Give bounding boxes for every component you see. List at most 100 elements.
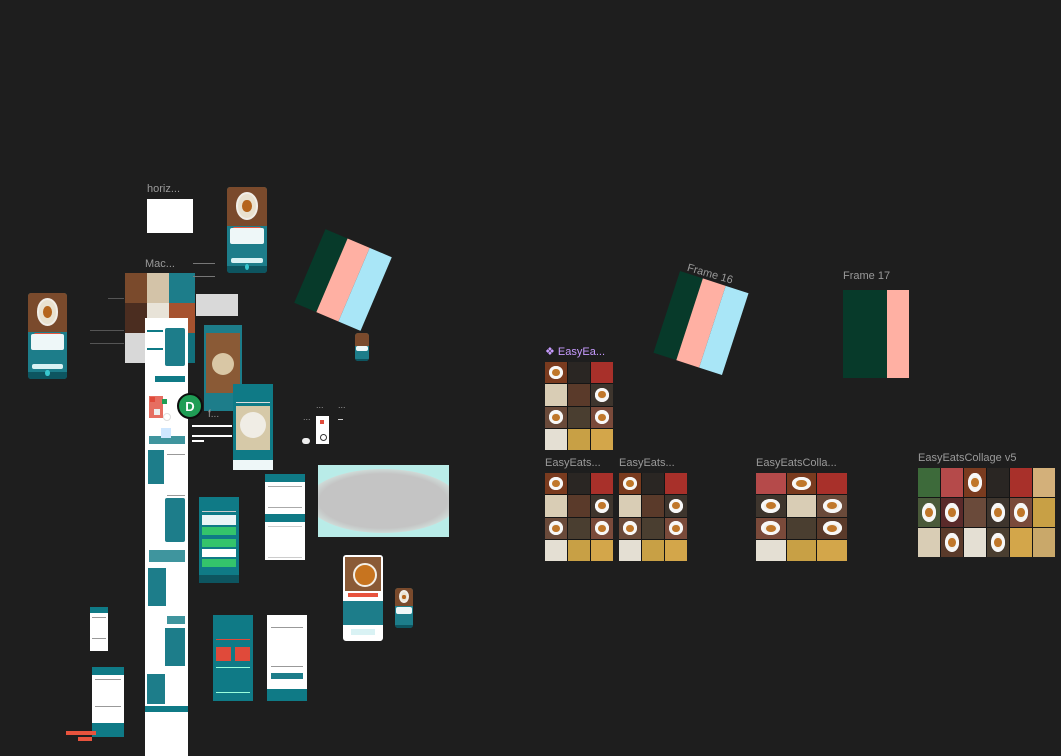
small-tag[interactable]	[78, 737, 92, 741]
frame-label-17[interactable]: Frame 17	[843, 270, 890, 282]
frame-label-easyeats-colla[interactable]: EasyEatsColla...	[756, 457, 837, 469]
food-photo	[1033, 468, 1055, 497]
phone-frame-dish[interactable]	[233, 384, 273, 470]
gear-icon	[320, 434, 327, 441]
collage-c[interactable]	[756, 473, 847, 561]
bell-icon[interactable]	[302, 438, 310, 444]
dish-footer	[233, 460, 273, 470]
phone-nav-bar	[199, 575, 239, 583]
frame-17[interactable]	[843, 290, 909, 378]
food-photo	[568, 384, 590, 406]
food-photo	[545, 473, 567, 495]
food-photo	[918, 498, 940, 527]
food-photo	[591, 428, 613, 450]
red-icon	[320, 420, 324, 424]
food-photo	[545, 406, 567, 428]
note-text[interactable]	[90, 330, 124, 344]
grocery-row	[202, 549, 236, 557]
food-photo	[665, 517, 687, 539]
phone-button	[351, 629, 375, 635]
phone-frame-small[interactable]	[395, 588, 413, 628]
mac-photo	[125, 273, 147, 303]
tag-card[interactable]	[316, 416, 329, 444]
note-text[interactable]	[108, 298, 124, 303]
frame-label-small[interactable]: f...	[208, 409, 219, 420]
user-avatar[interactable]: D	[177, 393, 203, 419]
food-photo	[642, 517, 664, 539]
tiny-label[interactable]: ...	[338, 400, 346, 410]
frame-label-easyeats-a[interactable]: EasyEats...	[545, 457, 601, 469]
phone-frame-recipe-list[interactable]	[265, 474, 305, 560]
food-photo	[987, 468, 1009, 497]
gradient-oval	[318, 469, 449, 533]
phone-frame-left[interactable]	[28, 293, 67, 379]
food-photo	[591, 473, 613, 495]
note-card[interactable]	[196, 294, 238, 316]
food-photo	[786, 517, 817, 539]
phone-frame-grocery[interactable]	[199, 497, 239, 583]
food-photo	[642, 539, 664, 561]
dashboard-stats	[216, 667, 250, 693]
small-mark[interactable]	[338, 419, 343, 424]
component-label-easyeats[interactable]: ❖ EasyEa...	[545, 345, 605, 358]
frame-horiz[interactable]	[147, 199, 193, 233]
food-photo	[941, 498, 963, 527]
phone-frame-dashboard[interactable]	[213, 615, 253, 701]
phone-button	[231, 257, 263, 263]
mac-photo	[125, 303, 147, 333]
phone-frame-top[interactable]	[227, 187, 267, 273]
food-photo	[756, 495, 786, 517]
food-photo	[619, 473, 641, 495]
phone-frame-calendar-2[interactable]	[92, 667, 124, 737]
frame-label-easyeats-b[interactable]: EasyEats...	[619, 457, 675, 469]
alert-tile	[235, 647, 250, 661]
frame-16[interactable]	[653, 270, 749, 376]
grocery-title	[202, 505, 236, 512]
phone-card	[230, 228, 264, 244]
phone-frame-calendar[interactable]	[267, 615, 307, 701]
phone-frame-calendar-small[interactable]	[90, 607, 108, 651]
grocery-row-done	[202, 559, 236, 567]
icon-cluster[interactable]	[150, 397, 172, 423]
page-phone-mock	[165, 628, 185, 666]
gradient-frame[interactable]	[318, 465, 449, 537]
food-photo	[545, 362, 567, 384]
frame-label-horiz[interactable]: horiz...	[147, 183, 180, 195]
grocery-row-done	[202, 539, 236, 547]
calendar-grid	[95, 679, 121, 707]
tiny-label[interactable]: ...	[303, 412, 311, 422]
collage-b[interactable]	[619, 473, 687, 561]
page-phone-mock	[148, 450, 164, 484]
stripe-frame-rotated[interactable]	[294, 229, 392, 331]
mac-photo	[169, 273, 195, 303]
small-tag[interactable]	[66, 731, 96, 735]
design-canvas[interactable]: horiz... Mac... D f... ... ... ... Frame…	[0, 0, 1061, 756]
calendar-header	[90, 607, 108, 613]
frame-label-collage-v5[interactable]: EasyEatsCollage v5	[918, 452, 1016, 464]
food-photo	[987, 498, 1009, 527]
note-text[interactable]	[193, 263, 215, 277]
phone-card	[343, 601, 383, 625]
connector-lines[interactable]	[192, 436, 204, 442]
long-scroll-page[interactable]	[145, 318, 188, 756]
clock-icon[interactable]	[161, 428, 171, 438]
frame-label-mac[interactable]: Mac...	[145, 258, 175, 270]
tiny-label[interactable]: ...	[316, 400, 324, 410]
page-phone-mock	[165, 328, 185, 366]
list-header	[265, 474, 305, 482]
collage-a[interactable]	[545, 473, 613, 561]
calendar-header	[271, 673, 303, 679]
collage-component[interactable]	[545, 362, 613, 450]
food-photo	[756, 517, 786, 539]
food-photo	[665, 539, 687, 561]
stripe-pink	[887, 290, 909, 378]
phone-card	[396, 607, 412, 615]
food-photo	[665, 495, 687, 517]
food-photo	[817, 495, 847, 517]
collage-v5[interactable]	[918, 468, 1055, 557]
food-photo	[591, 517, 613, 539]
page-heading	[149, 550, 185, 562]
phone-frame-mini[interactable]	[355, 333, 369, 361]
mac-photo	[147, 273, 169, 303]
phone-frame-recipe[interactable]	[343, 555, 383, 641]
